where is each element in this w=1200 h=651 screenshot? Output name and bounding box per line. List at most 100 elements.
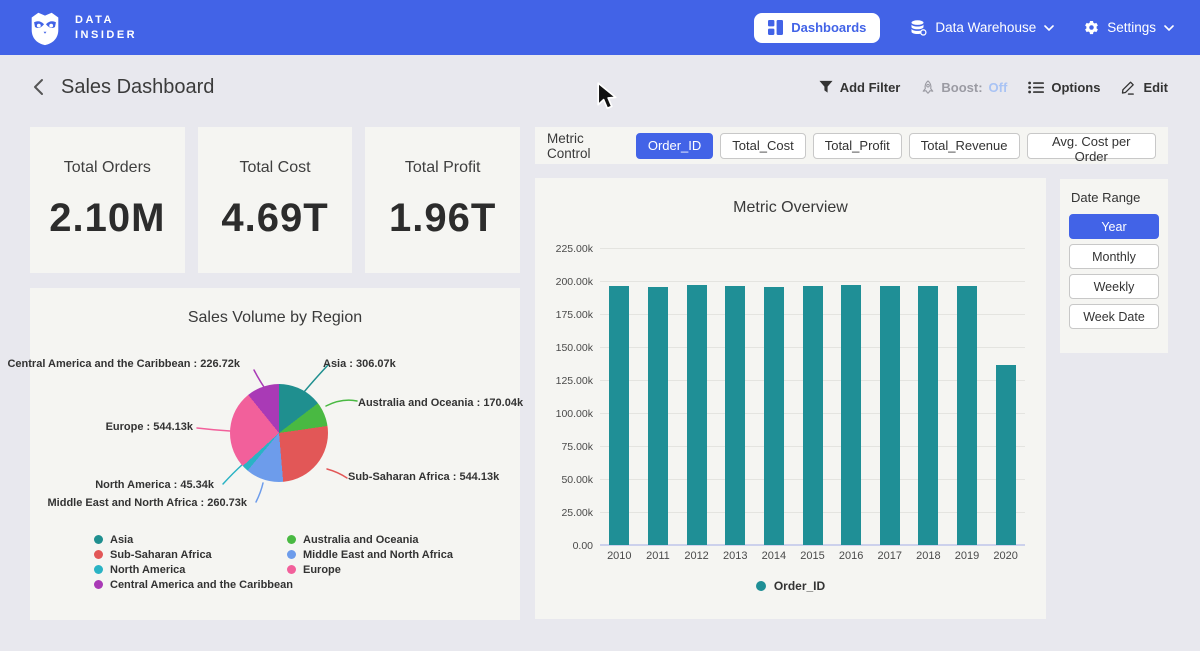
x-tick-label: 2015 <box>793 550 832 562</box>
y-tick-label: 75.00k <box>561 441 593 453</box>
boost-toggle[interactable]: Boost: Off <box>921 80 1007 95</box>
chevron-down-icon <box>1164 25 1174 31</box>
data-warehouse-menu[interactable]: Data Warehouse <box>910 20 1054 36</box>
legend-dot <box>94 550 103 559</box>
y-tick-label: 25.00k <box>561 507 593 519</box>
x-tick-label: 2019 <box>948 550 987 562</box>
legend-label: Australia and Oceania <box>303 534 419 546</box>
options-label: Options <box>1051 80 1100 95</box>
settings-label: Settings <box>1107 20 1156 35</box>
kpi-card-total-orders: Total Orders 2.10M <box>30 127 185 273</box>
pie-legend-col-2: Australia and Oceania Middle East and Nor… <box>287 532 453 577</box>
pie-legend-item[interactable]: Middle East and North Africa <box>287 547 453 562</box>
x-tick-label: 2016 <box>832 550 871 562</box>
y-tick-label: 100.00k <box>556 408 593 420</box>
bar-chart-panel: Metric Overview 225.00k200.00k175.00k150… <box>535 178 1046 619</box>
bar-2018[interactable] <box>918 286 938 545</box>
legend-label: Central America and the Caribbean <box>110 579 293 591</box>
y-tick-label: 225.00k <box>556 243 593 255</box>
x-tick-label: 2018 <box>909 550 948 562</box>
edit-button[interactable]: Edit <box>1121 80 1168 95</box>
legend-dot <box>287 550 296 559</box>
date-button-weekly[interactable]: Weekly <box>1069 274 1159 299</box>
x-tick-label: 2012 <box>677 550 716 562</box>
date-range-label: Date Range <box>1071 190 1159 205</box>
bar-bars <box>600 248 1025 545</box>
metric-button-avg-cost-per-order[interactable]: Avg. Cost per Order <box>1027 133 1157 159</box>
bar-2012[interactable] <box>687 285 707 545</box>
bar-2016[interactable] <box>841 285 861 545</box>
pie-label-central-america-and-the-caribbean: Central America and the Caribbean : 226.… <box>7 358 240 370</box>
settings-menu[interactable]: Settings <box>1084 20 1174 35</box>
page: DATA INSIDER Dashboards D <box>0 0 1200 651</box>
kpi-card-total-cost: Total Cost 4.69T <box>198 127 353 273</box>
metric-button-order-id[interactable]: Order_ID <box>636 133 713 159</box>
x-tick-label: 2014 <box>755 550 794 562</box>
chevron-left-icon <box>32 78 44 96</box>
bar-2014[interactable] <box>764 287 784 545</box>
bar-chart-title: Metric Overview <box>535 199 1046 217</box>
kpi-value: 2.10M <box>49 196 165 241</box>
metric-control-label: Metric Control <box>547 131 624 161</box>
bar-2019[interactable] <box>957 286 977 545</box>
bar-2017[interactable] <box>880 286 900 545</box>
pie-legend-item[interactable]: Asia <box>94 532 293 547</box>
legend-dot <box>94 580 103 589</box>
x-tick-label: 2011 <box>639 550 678 562</box>
owl-logo-icon <box>26 9 64 47</box>
pie-connector-5 <box>197 428 230 431</box>
x-tick-label: 2010 <box>600 550 639 562</box>
brand: DATA INSIDER <box>26 9 137 47</box>
add-filter-button[interactable]: Add Filter <box>819 80 901 95</box>
pie-label-australia-and-oceania: Australia and Oceania : 170.04k <box>358 397 523 409</box>
legend-label: Europe <box>303 564 341 576</box>
pie[interactable] <box>230 384 328 482</box>
bar-legend-label: Order_ID <box>774 579 825 593</box>
brand-line2: INSIDER <box>75 28 137 43</box>
bar-2020[interactable] <box>996 365 1016 545</box>
x-tick-label: 2017 <box>870 550 909 562</box>
bar-2013[interactable] <box>725 286 745 545</box>
y-tick-label: 0.00 <box>573 540 593 552</box>
pie-legend-item[interactable]: Central America and the Caribbean <box>94 577 293 592</box>
date-button-year[interactable]: Year <box>1069 214 1159 239</box>
nav-right: Dashboards Data Warehouse <box>754 13 1174 43</box>
back-button[interactable] <box>32 78 44 96</box>
data-warehouse-label: Data Warehouse <box>935 20 1036 35</box>
pie-label-asia: Asia : 306.07k <box>323 358 396 370</box>
pie-legend-item[interactable]: Europe <box>287 562 453 577</box>
metric-button-total-profit[interactable]: Total_Profit <box>813 133 902 159</box>
bar-2010[interactable] <box>609 286 629 545</box>
date-button-monthly[interactable]: Monthly <box>1069 244 1159 269</box>
legend-dot <box>94 535 103 544</box>
x-tick-label: 2020 <box>986 550 1025 562</box>
metric-button-total-cost[interactable]: Total_Cost <box>720 133 805 159</box>
pie-legend-item[interactable]: Australia and Oceania <box>287 532 453 547</box>
kpi-label: Total Profit <box>405 159 481 177</box>
bar-2015[interactable] <box>803 286 823 545</box>
legend-label: Sub-Saharan Africa <box>110 549 212 561</box>
page-title: Sales Dashboard <box>61 76 214 99</box>
pie-label-europe: Europe : 544.13k <box>106 421 193 433</box>
options-button[interactable]: Options <box>1028 80 1100 95</box>
bar-xticks: 2010201120122013201420152016201720182019… <box>600 550 1025 564</box>
kpi-label: Total Orders <box>64 159 151 177</box>
kpi-value: 1.96T <box>389 196 496 241</box>
brand-line1: DATA <box>75 13 137 28</box>
database-icon <box>910 20 927 36</box>
date-range-panel: Date Range Year Monthly Weekly Week Date <box>1060 179 1168 353</box>
bar-2011[interactable] <box>648 287 668 545</box>
dashboards-button[interactable]: Dashboards <box>754 13 880 43</box>
legend-label: Middle East and North Africa <box>303 549 453 561</box>
legend-dot <box>287 535 296 544</box>
pie-legend-col-1: Asia Sub-Saharan AfricaNorth America Centr… <box>94 532 293 592</box>
pie-connector-2 <box>327 469 347 478</box>
pie-legend-item[interactable]: North America <box>94 562 293 577</box>
pie-connector-3 <box>256 483 263 502</box>
pie-legend-item[interactable]: Sub-Saharan Africa <box>94 547 293 562</box>
date-button-week-date[interactable]: Week Date <box>1069 304 1159 329</box>
y-tick-label: 200.00k <box>556 276 593 288</box>
legend-dot <box>287 565 296 574</box>
pie-label-sub-saharan-africa: Sub-Saharan Africa : 544.13k <box>348 471 499 483</box>
metric-button-total-revenue[interactable]: Total_Revenue <box>909 133 1020 159</box>
